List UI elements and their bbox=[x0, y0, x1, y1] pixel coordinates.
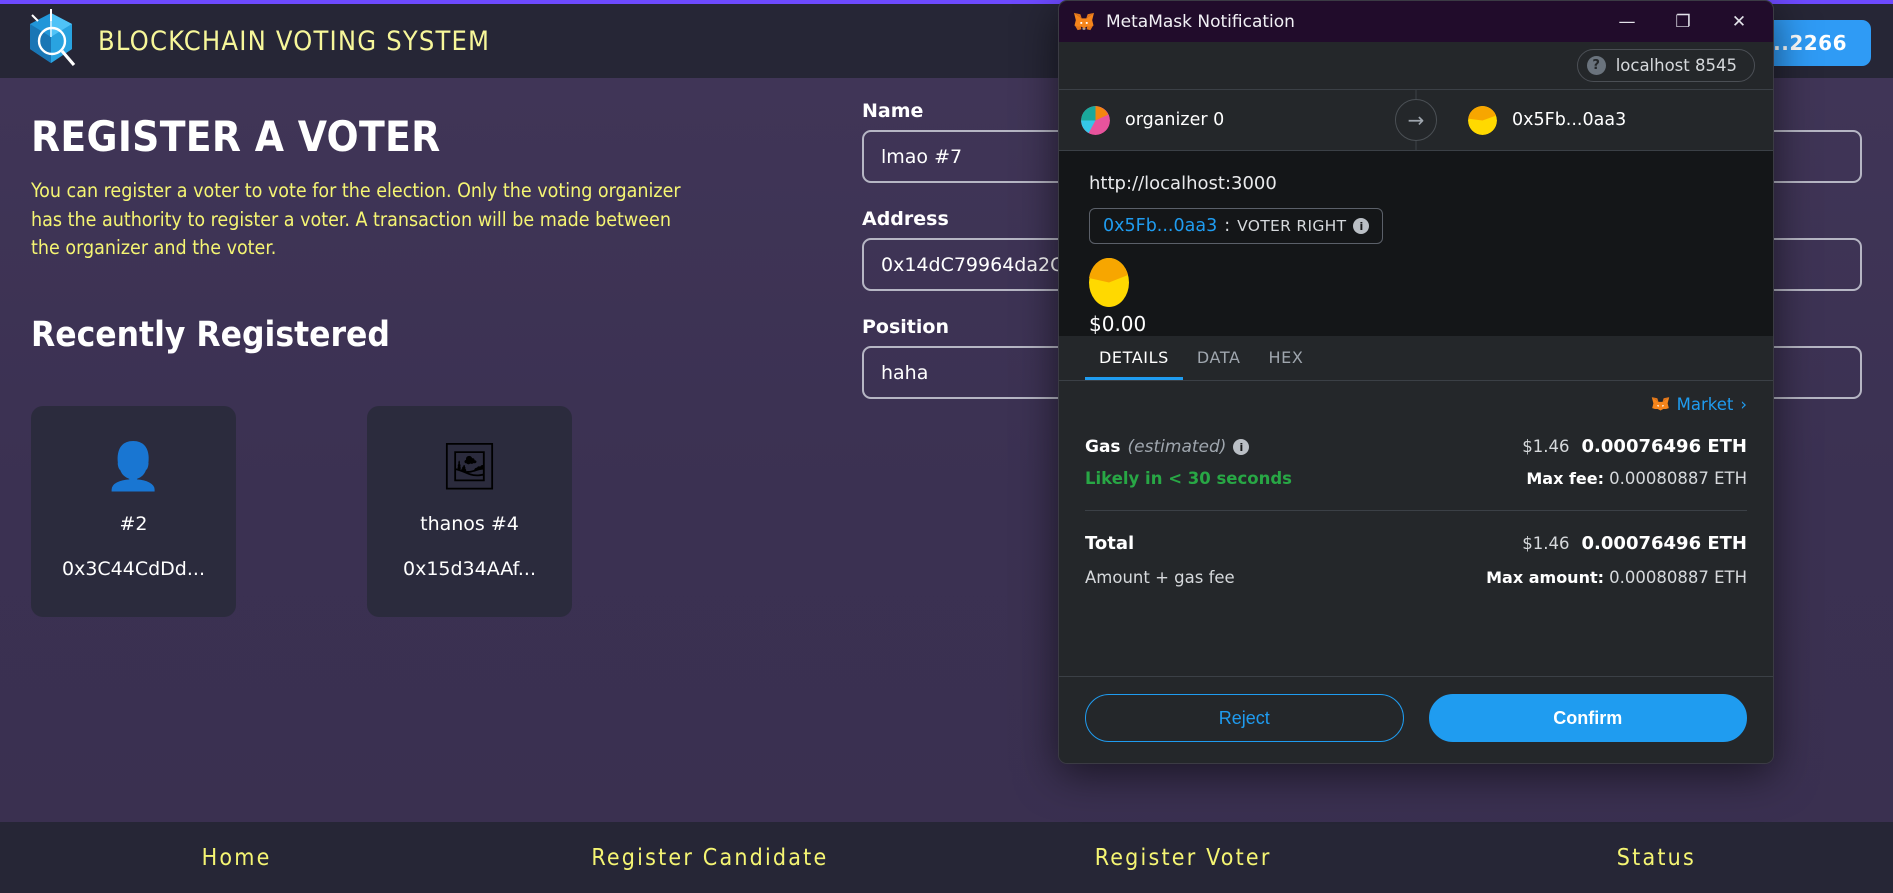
max-amount-group: Max amount: 0.00080887 ETH bbox=[1486, 568, 1747, 587]
network-row: ? localhost 8545 bbox=[1059, 42, 1773, 89]
confirm-footer: Reject Confirm bbox=[1059, 676, 1773, 763]
gas-eth-value: 0.00076496 ETH bbox=[1582, 436, 1747, 457]
gas-speed-estimate: Likely in < 30 seconds bbox=[1085, 469, 1292, 488]
bottom-navigation: Home Register Candidate Register Voter S… bbox=[0, 822, 1893, 893]
tab-details[interactable]: DETAILS bbox=[1085, 336, 1183, 380]
brand[interactable]: BLOCKCHAIN VOTING SYSTEM bbox=[22, 9, 490, 73]
metamask-window-title: MetaMask Notification bbox=[1106, 12, 1599, 32]
metamask-fox-small-icon bbox=[1651, 396, 1670, 414]
max-fee-label: Max fee: bbox=[1526, 469, 1604, 488]
person-icon: 👤 bbox=[105, 437, 162, 495]
to-account[interactable]: 0x5Fb...0aa3 bbox=[1416, 106, 1773, 135]
metamask-titlebar: MetaMask Notification — ❐ ✕ bbox=[1059, 1, 1773, 42]
details-divider bbox=[1085, 510, 1747, 511]
gas-info-icon[interactable]: i bbox=[1233, 439, 1249, 455]
gas-label: Gas bbox=[1085, 437, 1121, 457]
card-address: 0x15d34AAf... bbox=[403, 558, 536, 580]
contract-method-name: VOTER RIGHT bbox=[1237, 217, 1346, 235]
reject-button[interactable]: Reject bbox=[1085, 694, 1404, 742]
total-label: Total bbox=[1085, 533, 1134, 554]
chevron-right-icon[interactable]: › bbox=[1740, 395, 1747, 414]
tab-hex[interactable]: HEX bbox=[1255, 336, 1318, 380]
network-selector[interactable]: ? localhost 8545 bbox=[1577, 49, 1755, 82]
max-amount-label: Max amount: bbox=[1486, 568, 1604, 587]
nav-link-home[interactable]: Home bbox=[0, 845, 473, 871]
market-row: Market › bbox=[1085, 395, 1747, 414]
to-account-avatar-icon bbox=[1468, 106, 1497, 135]
blockchain-cube-logo-icon bbox=[22, 9, 80, 73]
max-amount-value: 0.00080887 ETH bbox=[1609, 568, 1747, 587]
details-tabs: DETAILS DATA HEX bbox=[1059, 336, 1773, 381]
origin-url: http://localhost:3000 bbox=[1089, 173, 1743, 194]
confirm-button[interactable]: Confirm bbox=[1429, 694, 1748, 742]
metamask-notification-window: MetaMask Notification — ❐ ✕ ? localhost … bbox=[1058, 0, 1774, 764]
gas-label-group: Gas (estimated) i bbox=[1085, 437, 1249, 457]
minimize-icon[interactable]: — bbox=[1599, 2, 1655, 42]
network-label: localhost 8545 bbox=[1616, 56, 1737, 75]
list-item[interactable]: 🖼 thanos #4 0x15d34AAf... bbox=[367, 406, 572, 617]
ethereum-token-icon bbox=[1089, 258, 1129, 307]
accounts-row: organizer 0 → 0x5Fb...0aa3 bbox=[1059, 89, 1773, 151]
from-account[interactable]: organizer 0 bbox=[1059, 106, 1416, 135]
gas-fiat-value: $1.46 bbox=[1522, 437, 1569, 456]
network-unknown-icon: ? bbox=[1587, 56, 1606, 75]
contract-separator: : bbox=[1224, 216, 1230, 236]
gas-estimated-note: (estimated) bbox=[1128, 437, 1227, 457]
max-fee-row: Likely in < 30 seconds Max fee: 0.000808… bbox=[1085, 469, 1747, 488]
card-name: thanos #4 bbox=[420, 513, 519, 535]
from-account-name: organizer 0 bbox=[1125, 110, 1224, 130]
total-row: Total $1.46 0.00076496 ETH bbox=[1085, 533, 1747, 554]
info-icon[interactable]: i bbox=[1353, 218, 1369, 234]
details-panel: Market › Gas (estimated) i $1.46 0.00076… bbox=[1059, 381, 1773, 676]
gas-row: Gas (estimated) i $1.46 0.00076496 ETH bbox=[1085, 436, 1747, 457]
brand-title: BLOCKCHAIN VOTING SYSTEM bbox=[98, 26, 490, 57]
nav-link-status[interactable]: Status bbox=[1420, 845, 1893, 871]
close-icon[interactable]: ✕ bbox=[1711, 2, 1767, 42]
list-item[interactable]: 👤 #2 0x3C44CdDd... bbox=[31, 406, 236, 617]
transfer-arrow-icon: → bbox=[1395, 99, 1437, 141]
contract-method-pill[interactable]: 0x5Fb...0aa3 : VOTER RIGHT i bbox=[1089, 208, 1383, 244]
tab-data[interactable]: DATA bbox=[1183, 336, 1255, 380]
page-description: You can register a voter to vote for the… bbox=[31, 177, 703, 263]
card-address: 0x3C44CdDd... bbox=[62, 558, 205, 580]
nav-link-register-candidate[interactable]: Register Candidate bbox=[473, 845, 946, 871]
gas-values: $1.46 0.00076496 ETH bbox=[1522, 436, 1747, 457]
total-eth-value: 0.00076496 ETH bbox=[1582, 533, 1747, 554]
to-account-address: 0x5Fb...0aa3 bbox=[1512, 110, 1626, 130]
image-placeholder-icon: 🖼 bbox=[440, 437, 498, 495]
nav-link-register-voter[interactable]: Register Voter bbox=[947, 845, 1420, 871]
amount-plus-gas-label: Amount + gas fee bbox=[1085, 568, 1235, 587]
contract-address: 0x5Fb...0aa3 bbox=[1103, 216, 1217, 236]
total-values: $1.46 0.00076496 ETH bbox=[1522, 533, 1747, 554]
metamask-fox-icon bbox=[1073, 12, 1095, 32]
market-link[interactable]: Market bbox=[1677, 395, 1734, 414]
total-sub-row: Amount + gas fee Max amount: 0.00080887 … bbox=[1085, 568, 1747, 587]
from-account-avatar-icon bbox=[1081, 106, 1110, 135]
total-fiat-value: $1.46 bbox=[1522, 534, 1569, 553]
max-fee-group: Max fee: 0.00080887 ETH bbox=[1526, 469, 1747, 488]
card-name: #2 bbox=[119, 513, 147, 535]
max-fee-value: 0.00080887 ETH bbox=[1609, 469, 1747, 488]
transaction-amount: $0.00 bbox=[1089, 312, 1743, 336]
maximize-icon[interactable]: ❐ bbox=[1655, 2, 1711, 42]
transaction-summary: http://localhost:3000 0x5Fb...0aa3 : VOT… bbox=[1059, 151, 1773, 336]
